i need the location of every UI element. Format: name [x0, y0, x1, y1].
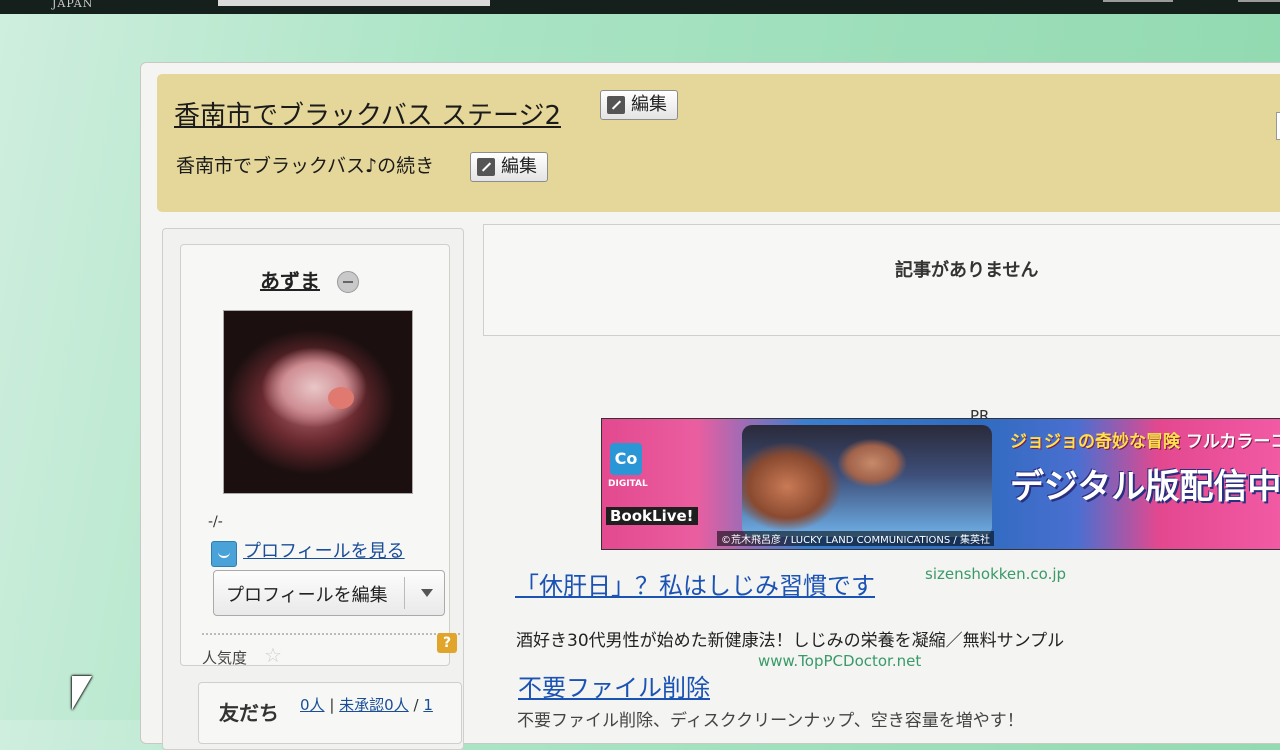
- friends-separator: |: [329, 696, 335, 714]
- banner-booklive-label: BookLive!: [606, 507, 698, 525]
- ad-title-link[interactable]: 「休肝日」？私はしじみ習慣です: [515, 566, 875, 601]
- friends-count: 0人 | 未承認0人 / 1: [300, 694, 433, 715]
- edit-profile-dropdown[interactable]: プロフィールを編集: [213, 570, 445, 616]
- banner-character-image: [742, 425, 992, 537]
- mood-icon: [337, 271, 359, 293]
- username-link[interactable]: あずま: [260, 265, 320, 294]
- friends-slash: /: [413, 696, 419, 714]
- ad-description: 不要ファイル削除、ディスククリーンナップ、空き容量を増やす！: [517, 711, 1024, 731]
- profile-smile-icon: [211, 541, 237, 567]
- pencil-icon: [477, 158, 495, 176]
- articles-box: [483, 224, 1280, 336]
- mouse-cursor-icon: [72, 676, 92, 710]
- help-icon[interactable]: ?: [437, 633, 457, 653]
- star-icon: ☆: [264, 643, 282, 667]
- edit-title-label: 編集: [631, 94, 667, 115]
- profile-stats: -/-: [208, 514, 223, 530]
- top-bar-button[interactable]: [1238, 0, 1280, 2]
- banner-headline-yellow: ジョジョの奇妙な冒険: [1010, 432, 1180, 452]
- edit-title-button[interactable]: 編集: [600, 90, 678, 120]
- friends-count-link[interactable]: 0人: [300, 696, 325, 714]
- divider: [202, 633, 460, 635]
- banner-logo-icon: Co: [610, 443, 642, 475]
- dropdown-divider: [404, 577, 405, 609]
- friends-title: 友だち: [219, 701, 279, 725]
- browser-top-bar: JAPAN: [0, 0, 1280, 14]
- no-articles-message: 記事がありません: [895, 260, 1039, 281]
- pending-friends-link[interactable]: 未承認0人: [339, 696, 409, 714]
- blog-title[interactable]: 香南市でブラックバス ステージ2: [174, 95, 561, 132]
- banner-main-text: デジタル版配信中: [1010, 467, 1280, 507]
- ad-domain[interactable]: www.TopPCDoctor.net: [758, 652, 921, 670]
- top-bar-button[interactable]: [1103, 0, 1173, 2]
- avatar[interactable]: [223, 310, 413, 494]
- edit-subtitle-button[interactable]: 編集: [470, 152, 548, 182]
- banner-digital-label: DIGITAL: [608, 479, 648, 489]
- top-search-field[interactable]: [218, 0, 490, 6]
- view-profile-link[interactable]: プロフィールを見る: [243, 537, 405, 563]
- ad-description: 酒好き30代男性が始めた新健康法！しじみの栄養を凝縮／無料サンプル: [516, 631, 1065, 651]
- banner-headline: ジョジョの奇妙な冒険 フルカラーコミ: [1010, 427, 1280, 452]
- ad-domain[interactable]: sizenshokken.co.jp: [925, 565, 1066, 583]
- brand-logo-text: JAPAN: [52, 0, 94, 10]
- chevron-down-icon[interactable]: [421, 589, 433, 597]
- ad-title-link[interactable]: 不要ファイル削除: [518, 668, 710, 703]
- edit-profile-label: プロフィールを編集: [226, 585, 388, 606]
- pencil-icon: [607, 96, 625, 114]
- edit-subtitle-label: 編集: [501, 156, 537, 177]
- friends-page-link[interactable]: 1: [423, 696, 433, 714]
- ad-banner[interactable]: Co DIGITAL BookLive! ©荒木飛呂彦 / LUCKY LAND…: [601, 418, 1280, 550]
- popularity-label: 人気度: [202, 649, 248, 667]
- scrollbar-handle[interactable]: [1276, 112, 1280, 140]
- blog-subtitle: 香南市でブラックバス♪の続き: [176, 155, 435, 177]
- banner-credit: ©荒木飛呂彦 / LUCKY LAND COMMUNICATIONS / 集英社: [717, 531, 994, 546]
- banner-headline-white: フルカラーコミ: [1185, 432, 1280, 452]
